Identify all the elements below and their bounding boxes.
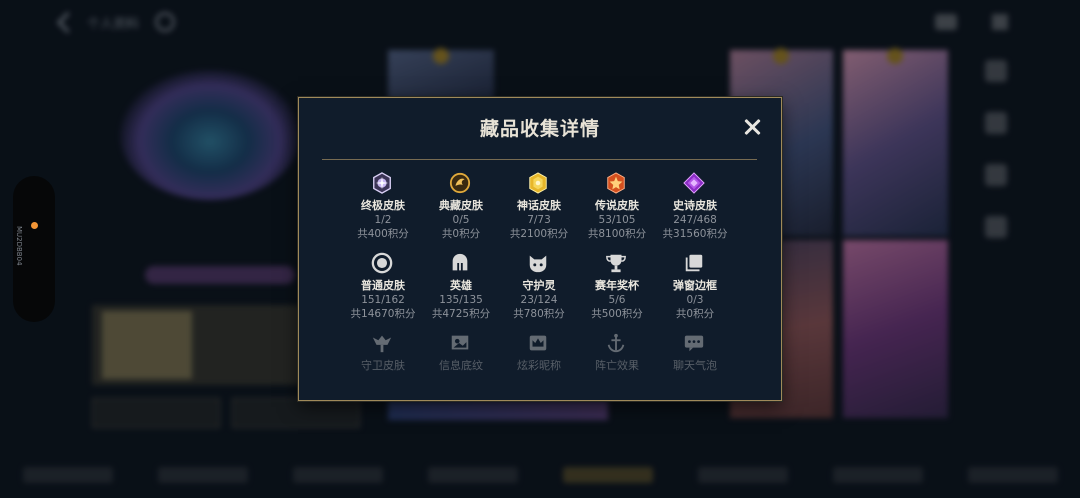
trophy-icon — [605, 252, 629, 276]
banner-icon — [449, 332, 473, 356]
dialog-title: 藏品收集详情 — [479, 118, 600, 140]
helmet-icon — [449, 252, 473, 276]
frame-icon — [683, 252, 707, 276]
collection-item[interactable]: 普通皮肤 151/162 共14670积分 — [344, 252, 422, 324]
collection-item-locked[interactable]: 信息底纹 — [422, 332, 500, 372]
page: 个人资料 MU2DBB04 藏品收集详情 终极皮肤 1/2 共400积分 典藏皮… — [0, 0, 1080, 498]
collection-details-dialog: 藏品收集详情 终极皮肤 1/2 共400积分 典藏皮肤 0/5 共0积分 神话皮… — [298, 97, 782, 401]
cat-face-icon — [527, 252, 551, 276]
floating-side-handle[interactable]: MU2DBB04 — [13, 176, 55, 322]
collection-item[interactable]: 传说皮肤 53/105 共8100积分 — [578, 172, 656, 244]
collection-item[interactable]: 史诗皮肤 247/468 共31560积分 — [656, 172, 734, 244]
collection-item-locked[interactable]: 守卫皮肤 — [344, 332, 422, 372]
close-button[interactable] — [741, 116, 763, 138]
collection-item[interactable]: 神话皮肤 7/73 共2100积分 — [500, 172, 578, 244]
epic-gem-icon — [683, 172, 707, 196]
title-divider — [322, 159, 757, 160]
collection-item[interactable]: 弹窗边框 0/3 共0积分 — [656, 252, 734, 324]
ultimate-gem-icon — [371, 172, 395, 196]
collection-item[interactable]: 英雄 135/135 共4725积分 — [422, 252, 500, 324]
dragon-medal-icon — [449, 172, 473, 196]
normal-ring-icon — [371, 252, 395, 276]
chat-bubble-icon — [683, 332, 707, 356]
anchor-icon — [605, 332, 629, 356]
side-handle-text: MU2DBB04 — [15, 226, 23, 266]
collection-item-locked[interactable]: 聊天气泡 — [656, 332, 734, 372]
mythic-gem-icon — [527, 172, 551, 196]
legendary-gem-icon — [605, 172, 629, 196]
ward-icon — [371, 332, 395, 356]
collection-item-locked[interactable]: 炫彩昵称 — [500, 332, 578, 372]
collection-item[interactable]: 终极皮肤 1/2 共400积分 — [344, 172, 422, 244]
crown-icon — [527, 332, 551, 356]
collection-item[interactable]: 赛年奖杯 5/6 共500积分 — [578, 252, 656, 324]
collection-item-locked[interactable]: 阵亡效果 — [578, 332, 656, 372]
collection-grid: 终极皮肤 1/2 共400积分 典藏皮肤 0/5 共0积分 神话皮肤 7/73 … — [344, 172, 734, 372]
status-dot-icon — [31, 222, 38, 229]
collection-item[interactable]: 守护灵 23/124 共780积分 — [500, 252, 578, 324]
collection-item[interactable]: 典藏皮肤 0/5 共0积分 — [422, 172, 500, 244]
